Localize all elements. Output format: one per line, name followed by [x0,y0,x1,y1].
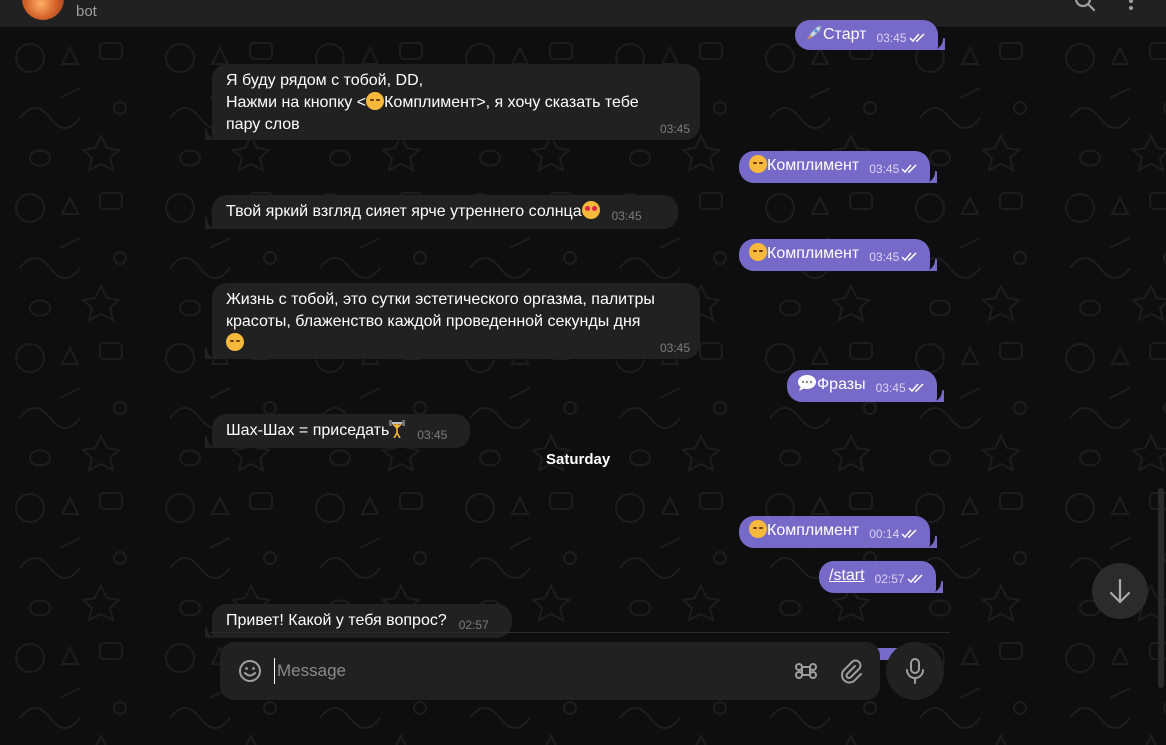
message-line: Нажми на кнопку < Комплимент>, я хочу ска… [226,92,639,111]
search-icon[interactable] [1072,0,1098,14]
microphone-icon [906,658,924,684]
message-text: Комплимент [767,245,860,262]
message-incoming[interactable]: Жизнь с тобой, это сутки эстетического о… [212,283,700,359]
command-icon[interactable] [792,657,820,685]
smirk-emoji-icon [749,243,767,261]
scrollbar[interactable] [1158,488,1164,688]
message-line: пару слов [226,116,300,133]
scroll-down-button[interactable] [1092,563,1148,619]
message-outgoing[interactable]: Фразы 03:45 [787,370,937,402]
message-line: красоты, блаженство каждой проведенной с… [226,313,641,330]
message-time: 03:45 [876,31,907,45]
divider [210,632,950,633]
message-text: Привет! Какой у тебя вопрос? [226,612,447,629]
speech-bubble-icon [798,375,816,391]
message-time: 03:45 [869,162,900,176]
double-check-icon [908,383,924,393]
weightlifter-icon [389,420,406,438]
double-check-icon [907,574,923,584]
message-text: Старт [823,26,867,43]
message-line: Жизнь с тобой, это сутки эстетического о… [226,291,655,308]
heart-eyes-emoji-icon [581,201,600,219]
message-text: Фразы [817,376,866,393]
message-time: 03:45 [659,122,690,136]
message-outgoing[interactable]: Комплимент 03:45 [739,239,931,271]
emoji-icon[interactable] [236,657,264,685]
message-text: Твой яркий взгляд сияет ярче утреннего с… [226,203,582,220]
message-time: 03:45 [417,428,448,442]
date-separator: Saturday [546,451,611,468]
rocket-icon [806,25,822,41]
message-outgoing[interactable]: Комплимент 00:14 [739,516,931,548]
message-incoming[interactable]: Шах-Шах = приседать 03:45 [212,414,470,448]
smirk-emoji-icon [749,155,767,173]
smirk-emoji-icon [749,520,767,538]
chat-status: bot [76,3,97,20]
message-composer [220,642,880,700]
command-link[interactable]: /start [829,567,865,584]
message-incoming[interactable]: Твой яркий взгляд сияет ярче утреннего с… [212,195,678,229]
more-vertical-icon[interactable] [1118,0,1144,14]
message-time: 03:45 [869,250,900,264]
message-line [226,333,686,355]
smirk-emoji-icon [366,92,385,110]
attach-icon[interactable] [836,657,864,685]
message-outgoing[interactable]: /start 02:57 [819,561,936,593]
message-time: 03:45 [659,341,690,355]
message-input[interactable] [274,658,754,684]
double-check-icon [901,252,917,262]
message-time: 00:14 [869,527,900,541]
arrow-down-icon [1109,578,1131,604]
message-incoming[interactable]: Я буду рядом с тобой, DD, Нажми на кнопк… [212,64,700,140]
double-check-icon [901,164,917,174]
double-check-icon [908,33,925,43]
double-check-icon [901,529,917,539]
microphone-button[interactable] [886,642,944,700]
smirk-emoji-icon [226,333,244,351]
message-outgoing[interactable]: Старт 03:45 [795,20,938,50]
message-text: Шах-Шах = приседать [226,422,390,439]
message-time: 03:45 [611,209,642,223]
chat-header: bot [0,0,1166,28]
message-time: 02:57 [458,618,489,632]
message-time: 02:57 [874,572,905,586]
message-text: Комплимент [767,157,860,174]
message-text: Комплимент [767,522,860,539]
message-time: 03:45 [875,381,906,395]
message-outgoing[interactable]: Комплимент 03:45 [739,151,931,183]
avatar[interactable] [22,0,64,20]
message-line: Я буду рядом с тобой, DD, [226,72,424,89]
